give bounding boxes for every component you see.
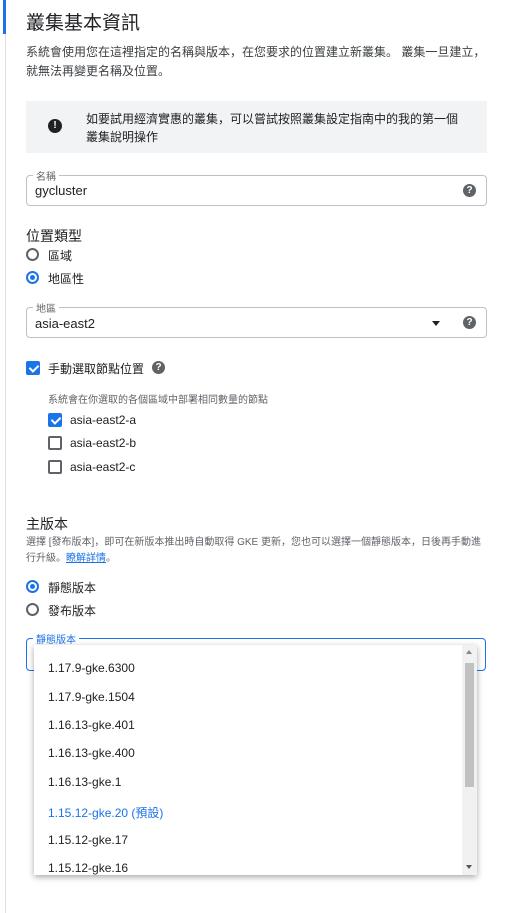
radio-zonal-label[interactable]: 區域 (48, 247, 72, 264)
master-version-title: 主版本 (26, 516, 68, 532)
location-type-title: 位置類型 (26, 228, 82, 244)
dropdown-option[interactable]: 1.16.13-gke.1 (48, 775, 121, 789)
node-locations-hint: 系統會在你選取的各個區域中部署相同數量的節點 (48, 395, 268, 406)
scrollbar-thumb[interactable] (465, 663, 474, 787)
radio-static-version-label[interactable]: 靜態版本 (48, 579, 96, 596)
dropdown-option[interactable]: 1.17.9-gke.1504 (48, 690, 135, 704)
help-icon[interactable]: ? (152, 361, 165, 374)
chevron-down-icon[interactable] (432, 321, 440, 326)
radio-release-channel-label[interactable]: 發布版本 (48, 602, 96, 619)
dropdown-option-selected[interactable]: 1.15.12-gke.20 (預設) (48, 804, 163, 821)
zone-checkbox-a[interactable] (48, 413, 62, 427)
zone-checkbox-b[interactable] (48, 436, 62, 450)
help-icon[interactable]: ? (463, 184, 476, 197)
dropdown-option[interactable]: 1.16.13-gke.401 (48, 718, 135, 732)
info-icon: ! (48, 119, 62, 133)
dropdown-option[interactable]: 1.17.9-gke.6300 (48, 661, 135, 675)
region-select[interactable]: 地區 asia-east2 ? (26, 300, 487, 338)
region-value: asia-east2 (35, 316, 95, 331)
cluster-name-field[interactable]: 名稱 gycluster ? (26, 168, 487, 206)
page-left-border (5, 0, 6, 913)
cluster-name-label: 名稱 (33, 168, 59, 183)
zone-label-c[interactable]: asia-east2-c (70, 460, 135, 474)
info-banner-text: 如要試用經濟實惠的叢集，可以嘗試按照叢集設定指南中的我的第一個叢集說明操作 (86, 112, 459, 144)
learn-more-link[interactable]: 瞭解詳情 (66, 553, 106, 564)
cluster-name-value[interactable]: gycluster (35, 183, 87, 198)
radio-zonal[interactable] (26, 248, 39, 261)
node-locations-checkbox[interactable] (26, 361, 40, 375)
master-version-description-suffix: 。 (106, 553, 116, 564)
zone-label-a[interactable]: asia-east2-a (70, 413, 136, 427)
page-title: 叢集基本資訊 (26, 13, 141, 34)
page-description: 系統會使用您在這裡指定的名稱與版本，在您要求的位置建立新叢集。 叢集一旦建立，就… (26, 45, 486, 78)
dropdown-option[interactable]: 1.15.12-gke.17 (48, 833, 128, 847)
radio-release-channel[interactable] (26, 603, 39, 616)
radio-regional[interactable] (26, 271, 39, 284)
radio-static-version[interactable] (26, 580, 39, 593)
region-label: 地區 (33, 300, 59, 315)
scroll-up-arrow-icon[interactable] (466, 650, 472, 654)
radio-regional-label[interactable]: 地區性 (48, 270, 84, 287)
zone-checkbox-c[interactable] (48, 460, 62, 474)
active-section-indicator (3, 0, 6, 34)
zone-label-b[interactable]: asia-east2-b (70, 436, 136, 450)
node-locations-label[interactable]: 手動選取節點位置 (48, 360, 144, 377)
static-version-label: 靜態版本 (33, 631, 79, 646)
scroll-down-arrow-icon[interactable] (466, 865, 472, 869)
help-icon[interactable]: ? (463, 316, 476, 329)
info-banner: ! 如要試用經濟實惠的叢集，可以嘗試按照叢集設定指南中的我的第一個叢集說明操作 (26, 101, 487, 153)
scrollbar[interactable] (462, 645, 477, 875)
dropdown-option[interactable]: 1.16.13-gke.400 (48, 746, 135, 760)
version-dropdown-list[interactable]: 1.17.9-gke.6300 1.17.9-gke.1504 1.16.13-… (34, 645, 477, 875)
dropdown-option[interactable]: 1.15.12-gke.16 (48, 861, 128, 875)
master-version-description: 選擇 [發布版本]，即可在新版本推出時自動取得 GKE 更新，您也可以選擇一個靜… (26, 535, 488, 567)
